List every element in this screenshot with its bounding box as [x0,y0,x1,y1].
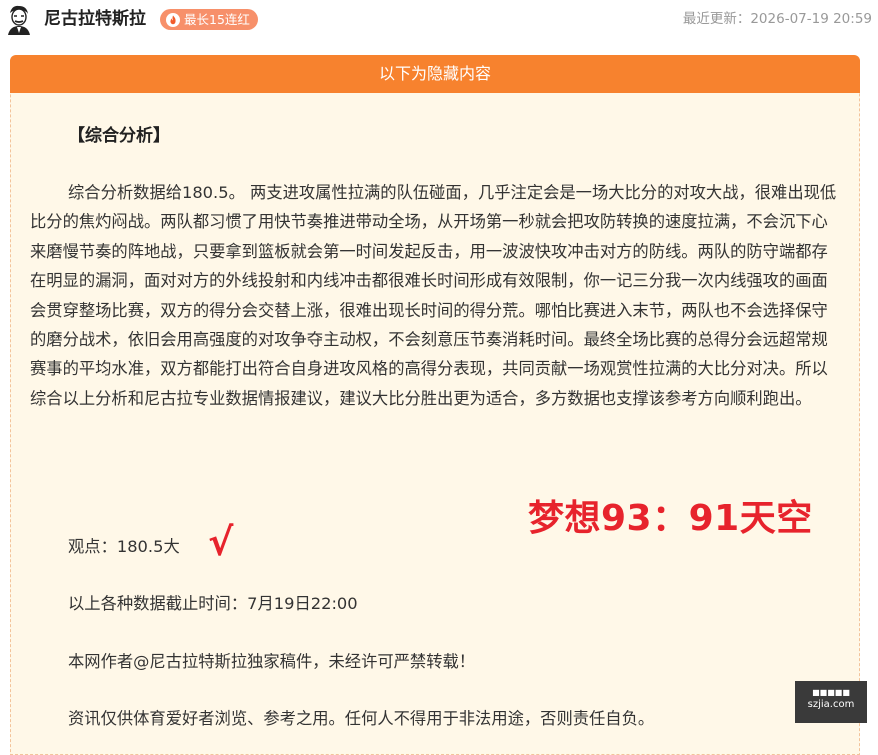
streak-badge-label: 最长15连红 [184,12,250,27]
copyright-notice: 本网作者@尼古拉特斯拉独家稿件，未经许可严禁转载！ [68,652,476,671]
avatar[interactable] [4,3,34,35]
watermark-site: szjia.com [807,699,855,710]
fire-icon [166,12,180,27]
section-heading: 【综合分析】 [68,126,170,146]
watermark-top-text: ■■■■■ [812,688,850,697]
data-cutoff-line: 以上各种数据截止时间：7月19日22:00 [68,594,358,613]
viewpoint-line: 观点：180.5大 [68,537,180,556]
site-watermark: ■■■■■ szjia.com [795,681,867,723]
analysis-paragraph: 综合分析数据给180.5。 两支进攻属性拉满的队伍碰面，几乎注定会是一场大比分的… [30,183,837,408]
author-name[interactable]: 尼古拉特斯拉 [44,8,146,30]
dream-score-stamp: 梦想93：91天空 [528,498,813,539]
article-header: 尼古拉特斯拉 最长15连红 最近更新：2026-07-19 20:59 [0,0,878,42]
last-updated-time: 最近更新：2026-07-19 20:59 [682,11,872,27]
hidden-content-title: 以下为隐藏内容 [10,55,860,93]
disclaimer-notice: 资讯仅供体育爱好者浏览、参考之用。任何人不得用于非法用途，否则责任自负。 [68,709,655,728]
streak-badge: 最长15连红 [160,9,258,30]
check-mark: √ [208,520,234,564]
